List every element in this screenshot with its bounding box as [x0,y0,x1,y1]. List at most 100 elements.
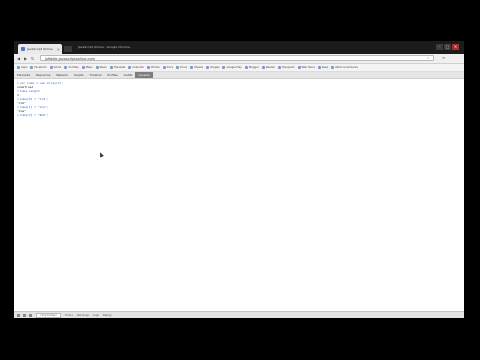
bookmark-item[interactable]: Maps [81,66,93,69]
bookmark-label: Docs [166,66,174,69]
bookmark-item[interactable]: YouTube [64,66,79,69]
bookmark-item[interactable]: Translate [109,66,126,69]
bookmark-item[interactable]: Drive [176,66,187,69]
bookmark-item[interactable]: Blogger [244,66,259,69]
forward-icon[interactable]: ▶ [24,56,27,61]
bookmark-item[interactable]: Calendar [128,66,144,69]
bookmark-label: YouTube [68,66,79,69]
bookmark-label: Images [209,66,220,69]
devtools-tab-profiles[interactable]: Profiles [105,72,121,78]
console-line-text: Cube[2] = "Bob"; [19,113,49,117]
console-line-text: Cube.length [19,89,40,93]
filter-logs[interactable]: Logs [93,314,99,317]
bookmark-label: Photos [151,66,160,69]
bookmark-favicon-icon [190,66,194,69]
bookmark-label: Google Play [226,66,242,69]
dock-icon[interactable] [23,314,26,317]
bookmark-item[interactable]: Sheets [190,66,203,69]
bookmark-label: Sheets [194,66,203,69]
bookmark-item[interactable]: Reader [261,66,276,69]
back-icon[interactable]: ◀ [17,56,20,61]
new-tab-button[interactable] [64,46,72,52]
bookmark-star-icon[interactable]: ☆ [426,55,430,61]
tab-title: JavaScript Online [27,47,53,51]
bookmark-favicon-icon [317,66,321,69]
reload-icon[interactable]: ↻ [31,56,34,61]
devtools-tab-timeline[interactable]: Timeline [87,72,105,78]
bookmarks-bar: Apps Facebook Gmail YouTube Maps News Translat… [14,64,464,72]
bookmark-item[interactable]: Docs [162,66,174,69]
console-panel[interactable]: >var Cube = new Array(3); undefined >Cube.… [14,79,464,311]
close-devtools-icon[interactable] [17,314,20,317]
browser-toolbar: ◀ ▶ ↻ jsfiddle.javascriptonline.com ☆ ≡ [14,54,464,64]
devtools-tab-console[interactable]: Console [135,72,153,78]
window-title: JavaScript Online - Google Chrome [78,45,130,49]
bookmark-favicon-icon [109,66,113,69]
bookmark-label: Translate [113,66,126,69]
devtools-tab-network[interactable]: Network [53,72,71,78]
bookmark-label: Facebook [34,66,47,69]
browser-tab[interactable]: JavaScript Online × [18,44,62,54]
devtools-tab-elements[interactable]: Elements [14,72,33,78]
bookmark-favicon-icon [17,66,20,69]
bookmark-label: Blogger [248,66,259,69]
bookmark-label: Other bookmarks [335,66,358,69]
address-bar[interactable]: jsfiddle.javascriptonline.com [40,55,434,61]
prompt-icon: > [17,113,19,117]
minimize-button[interactable]: – [436,44,443,50]
settings-wrench-icon[interactable]: ≡ [442,55,445,61]
bookmark-favicon-icon [244,66,248,69]
devtools-tab-audits[interactable]: Audits [121,72,136,78]
frame-selector[interactable]: <top frame> [36,313,62,318]
bookmark-item[interactable]: Gmail [49,66,62,69]
bookmark-label: News [99,66,107,69]
bookmark-item[interactable]: News [95,66,107,69]
bookmark-favicon-icon [95,66,99,69]
bookmark-favicon-icon [147,66,151,69]
bookmark-favicon-icon [81,66,85,69]
devtools-tab-bar: Elements Resources Network Scripts Timeline P… [14,72,464,79]
bookmark-item[interactable]: Facebook [30,66,47,69]
title-bar: JavaScript Online × JavaScript Online - … [14,41,464,54]
bookmark-item[interactable]: Google Play [222,66,242,69]
bookmark-favicon-icon [176,66,180,69]
filter-warnings[interactable]: Warnings [77,314,89,317]
bookmark-item[interactable]: Web Store [297,66,315,69]
screen: { "window": { "tab_title": "JavaScript O… [0,0,480,360]
devtools-status-bar: <top frame> Errors Warnings Logs Debug [14,311,464,318]
bookmark-item[interactable]: Images [205,66,220,69]
bookmark-label: Gmail [53,66,62,69]
bookmark-label: Hangouts [282,66,295,69]
clear-console-icon[interactable] [29,314,32,317]
maximize-button[interactable]: □ [444,44,451,50]
bookmark-favicon-icon [278,66,282,69]
bookmark-item[interactable]: Other bookmarks [331,66,358,69]
bookmark-item[interactable]: Hangouts [278,66,295,69]
bookmark-item[interactable]: Keep [317,66,328,69]
bookmark-label: Drive [180,66,188,69]
bookmark-favicon-icon [30,66,34,69]
bookmark-item[interactable]: Apps [17,66,27,69]
close-tab-icon[interactable]: × [57,47,60,52]
close-window-button[interactable]: × [452,44,459,50]
console-input-line: >Cube.length [17,89,40,93]
bookmark-favicon-icon [222,66,226,69]
bookmark-favicon-icon [128,66,132,69]
bookmark-item[interactable]: Photos [147,66,160,69]
bookmark-favicon-icon [331,66,335,69]
filter-errors[interactable]: Errors [65,314,73,317]
console-input-line: >Cube[2] = "Bob"; [17,113,49,117]
filter-debug[interactable]: Debug [103,314,112,317]
bookmark-label: Maps [85,66,93,69]
devtools-tab-resources[interactable]: Resources [33,72,53,78]
bookmark-favicon-icon [162,66,166,69]
bookmark-favicon-icon [205,66,209,69]
bookmark-label: Web Store [301,66,315,69]
devtools-tab-scripts[interactable]: Scripts [71,72,87,78]
bookmark-label: Reader [265,66,276,69]
favicon-icon [21,47,25,51]
browser-window: JavaScript Online × JavaScript Online - … [14,41,464,318]
bookmark-favicon-icon [297,66,301,69]
bookmark-label: Apps [21,66,28,69]
bookmark-label: Calendar [132,66,145,69]
